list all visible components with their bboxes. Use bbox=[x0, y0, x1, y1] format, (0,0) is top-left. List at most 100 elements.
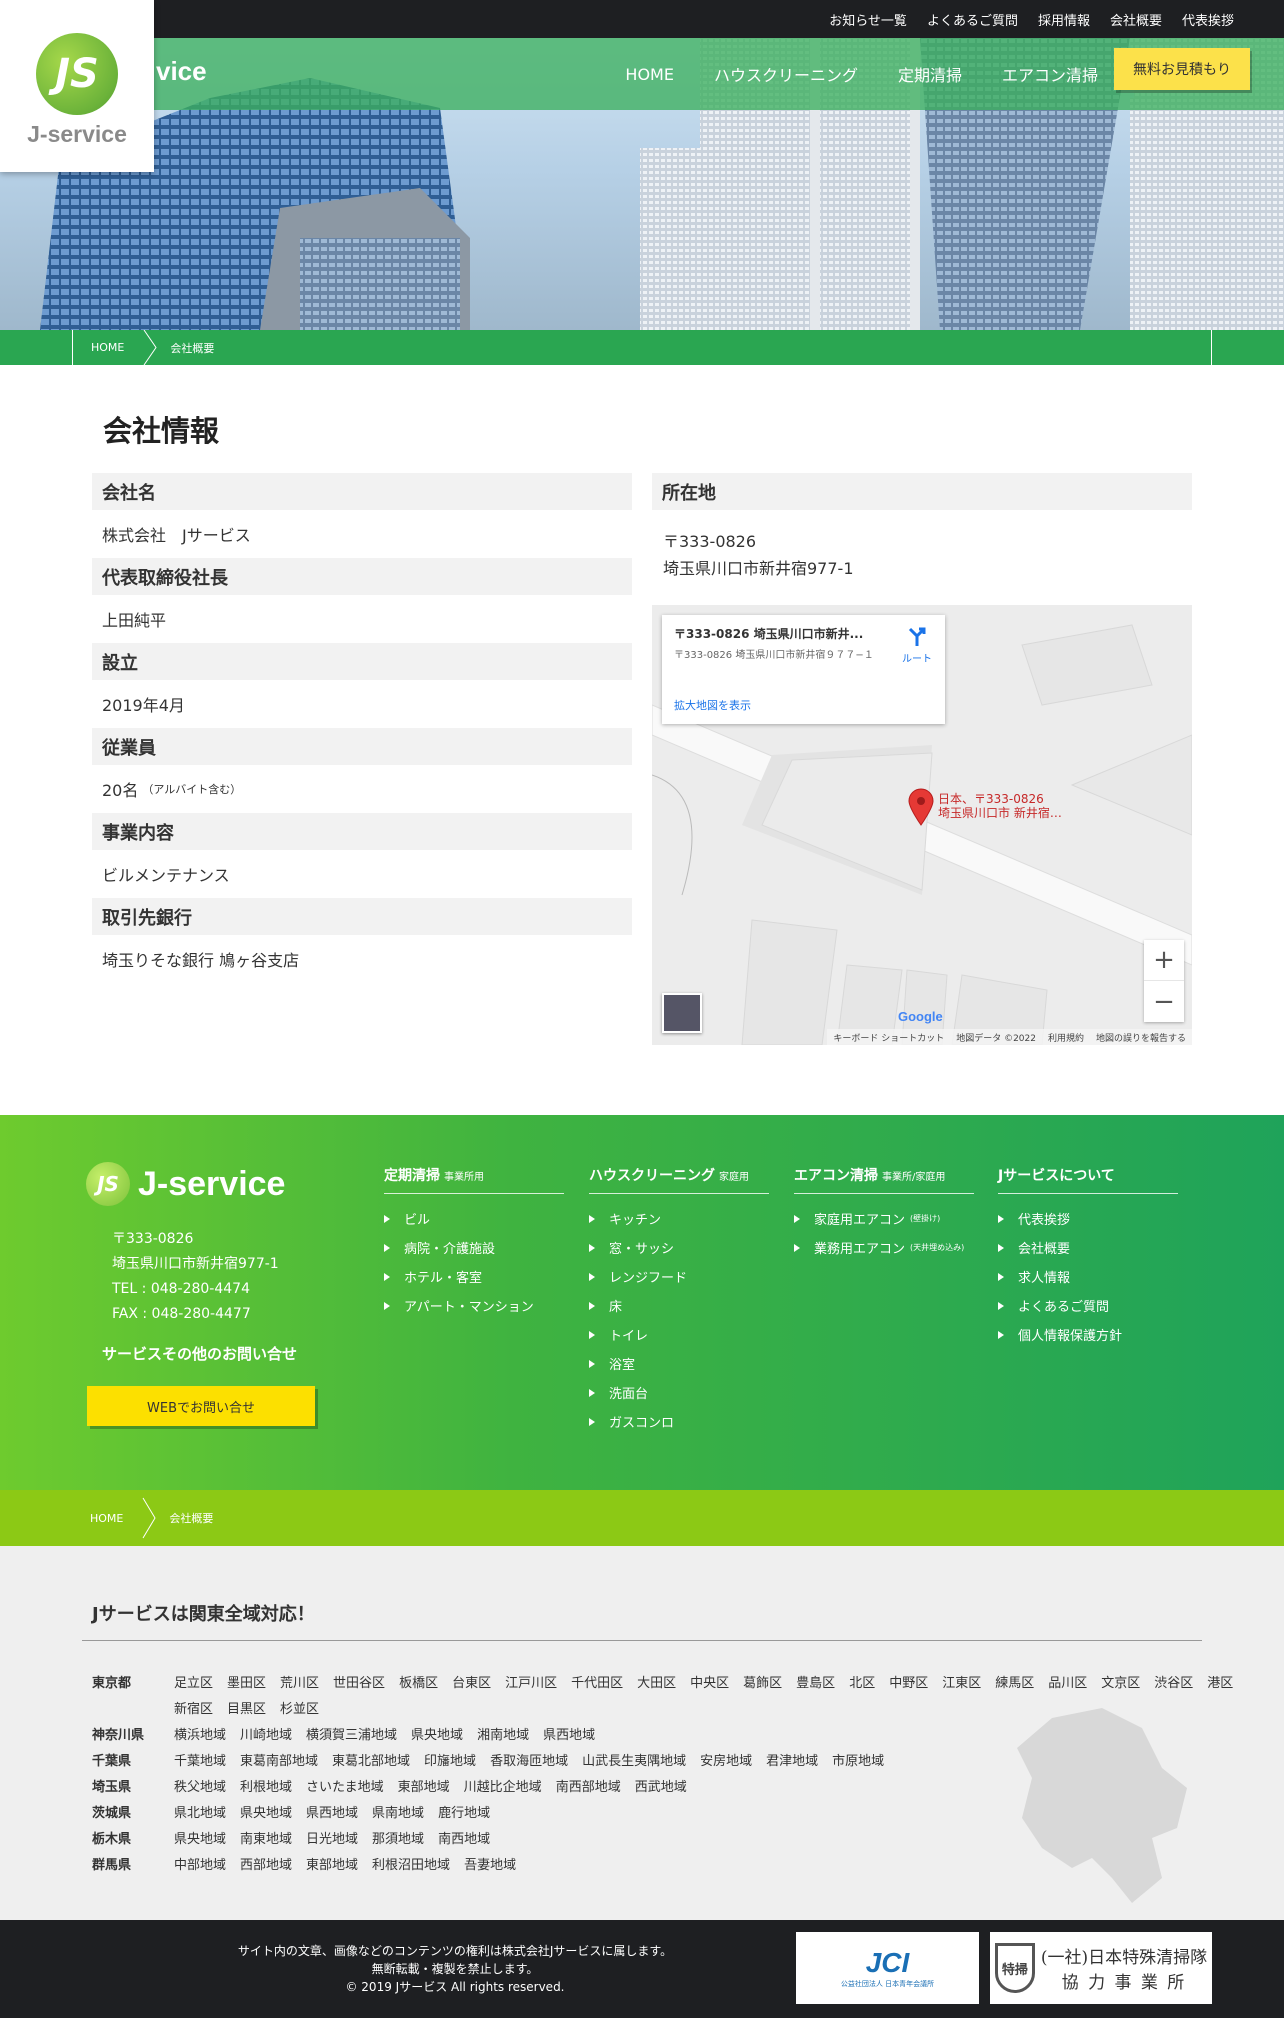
top-link-greeting[interactable]: 代表挨拶 bbox=[1182, 10, 1234, 29]
map-pin-icon[interactable] bbox=[908, 788, 934, 826]
footer-breadcrumb: HOME 会社概要 bbox=[0, 1490, 1284, 1546]
footer-link[interactable]: 家庭用エアコン (壁掛け) bbox=[794, 1204, 974, 1233]
footer-link[interactable]: レンジフード bbox=[589, 1262, 769, 1291]
city-name: 江戸川区 bbox=[505, 1676, 558, 1691]
street-view-thumbnail[interactable] bbox=[662, 993, 702, 1033]
city-name: 目黒区 bbox=[227, 1702, 267, 1717]
city-name: 印旛地域 bbox=[424, 1754, 477, 1769]
route-button[interactable]: ルート bbox=[894, 625, 940, 665]
breadcrumb-home[interactable]: HOME bbox=[72, 1512, 141, 1525]
logo-text: J-service bbox=[27, 121, 127, 147]
nav-house-cleaning[interactable]: ハウスクリーニング bbox=[714, 62, 858, 86]
city-name: 県西地域 bbox=[543, 1728, 596, 1743]
report-error-link[interactable]: 地図の誤りを報告する bbox=[1096, 1031, 1186, 1044]
terms-link[interactable]: 利用規約 bbox=[1048, 1031, 1084, 1044]
free-estimate-button[interactable]: 無料お見積もり bbox=[1114, 48, 1250, 90]
city-name: 新宿区 bbox=[174, 1702, 214, 1717]
footer-link[interactable]: よくあるご質問 bbox=[998, 1291, 1178, 1320]
map-pin-label: 日本、〒333-0826 埼玉県川口市 新井宿… bbox=[938, 792, 1062, 820]
bank-label: 取引先銀行 bbox=[92, 898, 632, 935]
route-label: ルート bbox=[902, 654, 932, 665]
city-name: さいたま地域 bbox=[306, 1780, 384, 1795]
location-label: 所在地 bbox=[652, 473, 1192, 510]
footer-link[interactable]: 洗面台 bbox=[589, 1378, 769, 1407]
nav-aircon-cleaning[interactable]: エアコン清掃 bbox=[1002, 62, 1098, 86]
founded-value: 2019年4月 bbox=[102, 696, 185, 715]
footer-link[interactable]: アパート・マンション bbox=[384, 1291, 564, 1320]
service-area-title: Jサービスは関東全域対応！ bbox=[92, 1604, 315, 1625]
footer-fax: FAX : 048-280-4477 bbox=[112, 1306, 251, 1322]
city-name: 西部地域 bbox=[240, 1858, 293, 1873]
footer-link[interactable]: 浴室 bbox=[589, 1349, 769, 1378]
zoom-in-button[interactable]: + bbox=[1144, 940, 1184, 981]
top-links: お知らせ一覧 よくあるご質問 採用情報 会社概要 代表挨拶 bbox=[829, 0, 1234, 38]
city-name: 吾妻地域 bbox=[464, 1858, 517, 1873]
tokuso-banner[interactable]: 特掃 (一社)日本特殊清掃隊 協 力 事 業 所 bbox=[990, 1932, 1212, 2004]
footer-link[interactable]: 求人情報 bbox=[998, 1262, 1178, 1291]
city-name: 練馬区 bbox=[995, 1676, 1035, 1691]
footer-link[interactable]: トイレ bbox=[589, 1320, 769, 1349]
breadcrumb-home[interactable]: HOME bbox=[73, 330, 142, 365]
area-row-ibaraki: 茨城県 県北地域 県央地域 県西地域 県南地域 鹿行地域 bbox=[92, 1801, 1274, 1827]
nav-regular-cleaning[interactable]: 定期清掃 bbox=[898, 62, 962, 86]
footer-link[interactable]: ビル bbox=[384, 1204, 564, 1233]
jci-banner[interactable]: JCI 公益社団法人 日本青年会議所 bbox=[796, 1932, 979, 2004]
site-logo[interactable]: JS J-service bbox=[0, 0, 154, 172]
employees-value: 20名 （アルバイト含む） bbox=[102, 781, 242, 800]
footer-link[interactable]: 個人情報保護方針 bbox=[998, 1320, 1178, 1349]
footer-link[interactable]: キッチン bbox=[589, 1204, 769, 1233]
directions-icon bbox=[908, 627, 926, 646]
nav-home[interactable]: HOME bbox=[625, 65, 674, 84]
keyboard-shortcuts-link[interactable]: キーボード ショートカット bbox=[833, 1031, 944, 1044]
page-title: 会社情報 bbox=[103, 414, 220, 448]
city-list: 千葉地域 東葛南部地域 東葛北部地域 印旛地域 香取海匝地域 山武長生夷隅地域 安房地域 君津… bbox=[174, 1749, 1274, 1775]
city-name: 杉並区 bbox=[280, 1702, 320, 1717]
footer-link[interactable]: 会社概要 bbox=[998, 1233, 1178, 1262]
city-name: 北区 bbox=[849, 1676, 876, 1691]
area-row-kanagawa: 神奈川県 横浜地域 川崎地域 横須賀三浦地域 県央地域 湘南地域 県西地域 bbox=[92, 1723, 1274, 1749]
city-list: 秩父地域 利根地域 さいたま地域 東部地域 川越比企地域 南西部地域 西武地域 bbox=[174, 1775, 1274, 1801]
footer-link[interactable]: ガスコンロ bbox=[589, 1407, 769, 1436]
location-zip: 〒333-0826 bbox=[663, 532, 757, 551]
footer-col-title: 定期清掃 事業所用 bbox=[384, 1165, 564, 1194]
tokuso-label: 協 力 事 業 所 bbox=[1061, 1973, 1187, 1993]
city-name: 川越比企地域 bbox=[463, 1780, 542, 1795]
footer-logo[interactable]: JS J-service bbox=[86, 1162, 285, 1206]
city-name: 利根沼田地域 bbox=[372, 1858, 451, 1873]
top-link-company[interactable]: 会社概要 bbox=[1110, 10, 1162, 29]
footer-link[interactable]: 病院・介護施設 bbox=[384, 1233, 564, 1262]
web-inquiry-button[interactable]: WEBでお問い合せ bbox=[87, 1386, 315, 1426]
footer-link[interactable]: 代表挨拶 bbox=[998, 1204, 1178, 1233]
footer-col-title: エアコン清掃 事業所/家庭用 bbox=[794, 1165, 974, 1194]
breadcrumb: HOME 会社概要 bbox=[0, 330, 1284, 365]
city-name: 那須地域 bbox=[372, 1832, 425, 1847]
google-map[interactable]: 〒333-0826 埼玉県川口市新井... 〒333-0826 埼玉県川口市新井… bbox=[652, 605, 1192, 1045]
top-link-faq[interactable]: よくあるご質問 bbox=[927, 10, 1018, 29]
logo-mark: JS bbox=[36, 33, 118, 115]
area-row-tochigi: 栃木県 県央地域 南東地域 日光地域 那須地域 南西地域 bbox=[92, 1827, 1274, 1853]
divider bbox=[82, 1640, 1202, 1641]
city-name: 県央地域 bbox=[174, 1832, 227, 1847]
city-name: 日光地域 bbox=[306, 1832, 359, 1847]
city-name: 台東区 bbox=[452, 1676, 492, 1691]
city-name: 中央区 bbox=[690, 1676, 730, 1691]
top-link-recruit[interactable]: 採用情報 bbox=[1038, 10, 1090, 29]
footer-link[interactable]: 業務用エアコン (天井埋め込み) bbox=[794, 1233, 974, 1262]
city-name: 南東地域 bbox=[240, 1832, 293, 1847]
city-name: 足立区 bbox=[174, 1676, 214, 1691]
larger-map-link[interactable]: 拡大地図を表示 bbox=[674, 697, 751, 713]
city-name: 横須賀三浦地域 bbox=[306, 1728, 398, 1743]
footer-col-aircon: エアコン清掃 事業所/家庭用 家庭用エアコン (壁掛け) 業務用エアコン (天井埋め込… bbox=[794, 1165, 974, 1262]
zoom-out-button[interactable]: − bbox=[1144, 981, 1184, 1022]
city-list: 県北地域 県央地域 県西地域 県南地域 鹿行地域 bbox=[174, 1801, 1274, 1827]
footer-tel: TEL : 048-280-4474 bbox=[112, 1281, 250, 1297]
footer-link[interactable]: 床 bbox=[589, 1291, 769, 1320]
prefecture-name: 千葉県 bbox=[92, 1754, 132, 1769]
city-name: 荒川区 bbox=[280, 1676, 320, 1691]
tokuso-name: (一社)日本特殊清掃隊 bbox=[1040, 1948, 1208, 1968]
company-name-value: 株式会社 Jサービス bbox=[102, 526, 251, 545]
top-link-news[interactable]: お知らせ一覧 bbox=[829, 10, 907, 29]
footer-link[interactable]: ホテル・客室 bbox=[384, 1262, 564, 1291]
main-nav: HOME ハウスクリーニング 定期清掃 エアコン清掃 bbox=[625, 38, 1098, 110]
footer-link[interactable]: 窓・サッシ bbox=[589, 1233, 769, 1262]
